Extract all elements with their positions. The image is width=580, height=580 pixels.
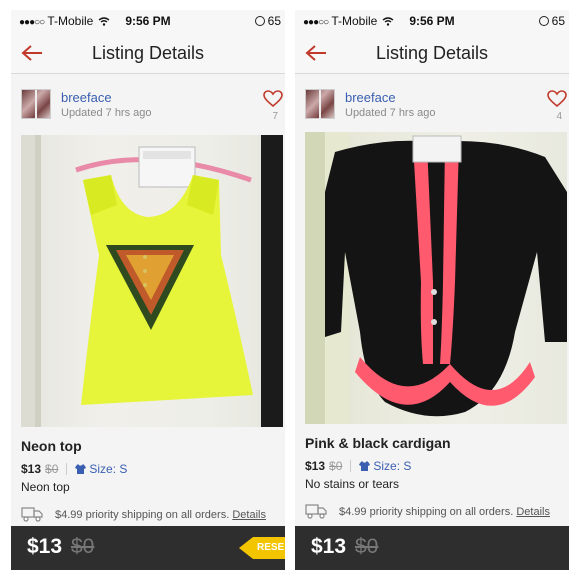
screenshot-collage: ●●●○○ T-Mobile 9:56 PM 65 Listing Detail…: [0, 0, 580, 580]
lock-rotation-icon: [254, 16, 265, 26]
page-title: Listing Details: [91, 43, 205, 63]
shipping-details-link[interactable]: Details: [516, 506, 550, 518]
status-bar: ●●●○○ T-Mobile 9:56 PM 65: [11, 10, 285, 32]
heart-icon[interactable]: [263, 90, 283, 108]
item-price: $13: [305, 459, 326, 473]
clock: 9:56 PM: [409, 14, 455, 28]
shipping-text: $4.99 priority shipping on all orders.: [55, 509, 230, 521]
heart-icon[interactable]: [547, 90, 567, 108]
lock-rotation-icon: [538, 16, 549, 26]
like-count: 7: [272, 111, 278, 122]
price-row: $13 $0 Size: S: [21, 462, 127, 476]
size-label[interactable]: Size: S: [89, 462, 127, 476]
nav-bar: Listing Details: [11, 32, 285, 74]
shirt-icon: [359, 461, 371, 471]
seller-username[interactable]: breeface: [345, 90, 396, 105]
listing-photo[interactable]: [21, 135, 283, 427]
battery-indicator: 65: [538, 14, 565, 28]
truck-icon: [305, 504, 327, 519]
clock: 9:56 PM: [125, 14, 171, 28]
reserve-button[interactable]: RESE: [239, 537, 285, 559]
item-description: Neon top: [21, 480, 70, 494]
shipping-row: $4.99 priority shipping on all orders. D…: [305, 503, 569, 519]
original-price: $0: [329, 459, 343, 473]
shirt-icon: [75, 464, 87, 474]
listing-screen-cardigan: ●●●○○ T-Mobile 9:56 PM 65 Listing Detail…: [295, 10, 569, 570]
nav-bar: Listing Details: [295, 32, 569, 74]
bottom-original-price: $0: [71, 535, 95, 558]
listing-photo[interactable]: [305, 132, 567, 424]
like-count: 4: [556, 111, 562, 122]
bottom-price-bar: $13 $0: [295, 526, 569, 570]
bottom-original-price: $0: [355, 535, 379, 558]
bottom-price-bar: $13 $0 RESE: [11, 526, 285, 570]
seller-row: breeface Updated 7 hrs ago 7: [11, 74, 285, 132]
item-price: $13: [21, 462, 42, 476]
size-label[interactable]: Size: S: [373, 459, 411, 473]
avatar[interactable]: [305, 89, 335, 120]
price-row: $13 $0 Size: S: [305, 459, 411, 473]
avatar[interactable]: [21, 89, 51, 120]
bottom-price: $13: [311, 535, 347, 558]
battery-indicator: 65: [254, 14, 281, 28]
item-title: Pink & black cardigan: [305, 435, 451, 451]
shipping-text: $4.99 priority shipping on all orders.: [339, 506, 514, 518]
status-bar: ●●●○○ T-Mobile 9:56 PM 65: [295, 10, 569, 32]
seller-username[interactable]: breeface: [61, 90, 112, 105]
seller-row: breeface Updated 7 hrs ago 4: [295, 74, 569, 132]
divider: [66, 463, 68, 475]
item-description: No stains or tears: [305, 477, 400, 491]
shipping-row: $4.99 priority shipping on all orders. D…: [21, 506, 285, 522]
divider: [350, 460, 352, 472]
listing-screen-neon-top: ●●●○○ T-Mobile 9:56 PM 65 Listing Detail…: [11, 10, 285, 570]
updated-time: Updated 7 hrs ago: [345, 107, 436, 119]
updated-time: Updated 7 hrs ago: [61, 107, 152, 119]
original-price: $0: [45, 462, 59, 476]
item-title: Neon top: [21, 438, 82, 454]
shipping-details-link[interactable]: Details: [232, 509, 266, 521]
bottom-price: $13: [27, 535, 63, 558]
truck-icon: [21, 507, 43, 522]
page-title: Listing Details: [375, 43, 489, 63]
